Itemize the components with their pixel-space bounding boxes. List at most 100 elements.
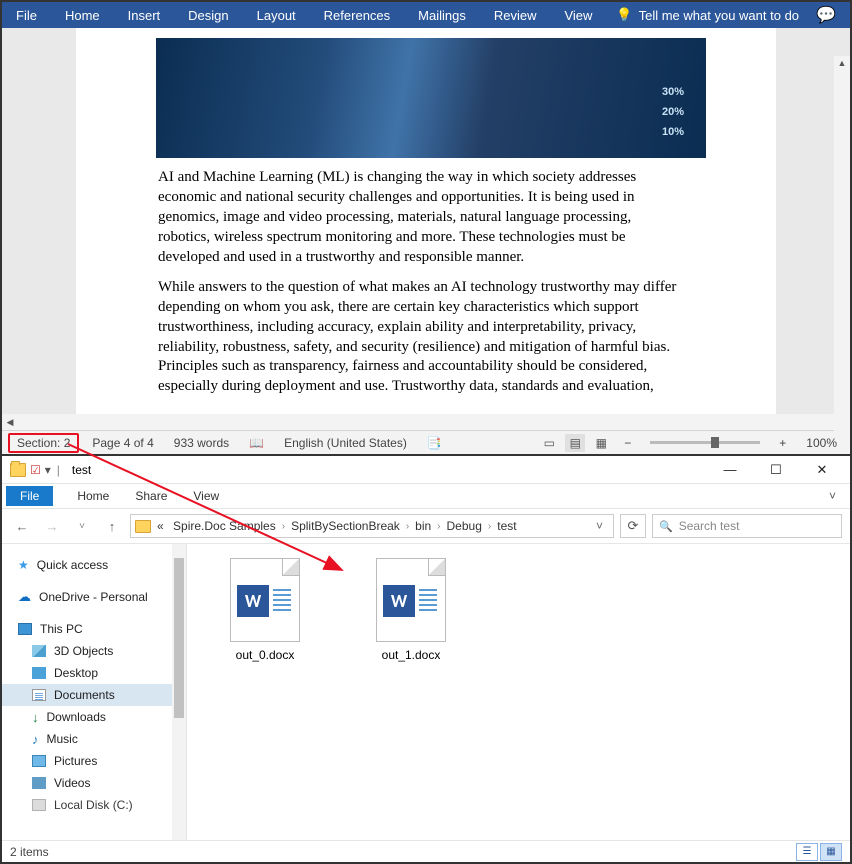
explorer-window: ☑ ▾ | test — ☐ ✕ File Home Share View ˅ … (2, 454, 850, 862)
pc-icon (18, 623, 32, 635)
nav-local-disk[interactable]: Local Disk (C:) (2, 794, 186, 816)
word-ribbon: File Home Insert Design Layout Reference… (2, 2, 850, 28)
details-view-button[interactable]: ☰ (796, 843, 818, 861)
picture-icon (32, 755, 46, 767)
minimize-button[interactable]: — (710, 458, 750, 482)
nav-scrollbar[interactable] (172, 544, 186, 840)
trackchanges-icon[interactable]: 📑 (420, 433, 449, 453)
crumb-spire[interactable]: Spire.Doc Samples (169, 519, 280, 533)
zoom-out-button[interactable]: − (617, 433, 638, 453)
ribbon-tab-review[interactable]: Review (480, 2, 551, 28)
horizontal-scrollbar[interactable]: ◀ ▶ (2, 414, 850, 430)
explorer-ribbon: File Home Share View ˅ (2, 484, 850, 508)
explorer-tab-share[interactable]: Share (123, 486, 179, 506)
crumb-bin[interactable]: bin (411, 519, 435, 533)
explorer-titlebar: ☑ ▾ | test — ☐ ✕ (2, 456, 850, 484)
explorer-tab-home[interactable]: Home (65, 486, 121, 506)
cube-icon (32, 645, 46, 657)
maximize-button[interactable]: ☐ (756, 458, 796, 482)
body-paragraph-2[interactable]: While answers to the question of what ma… (158, 278, 684, 398)
scroll-up-icon[interactable]: ▲ (834, 56, 850, 70)
addr-overflow-icon[interactable]: « (157, 519, 167, 533)
nav-back-button[interactable]: ← (10, 514, 34, 538)
word-doc-icon: W (376, 558, 446, 642)
folder-icon (10, 463, 26, 477)
window-title: test (72, 463, 91, 477)
crumb-debug[interactable]: Debug (443, 519, 486, 533)
nav-pictures[interactable]: Pictures (2, 750, 186, 772)
zoom-slider[interactable] (650, 441, 760, 444)
nav-forward-button[interactable]: → (40, 514, 64, 538)
file-listing[interactable]: W out_0.docx W out_1.docx (187, 544, 850, 840)
zoom-in-button[interactable]: + (772, 433, 793, 453)
address-bar[interactable]: « Spire.Doc Samples› SplitBySectionBreak… (130, 514, 614, 538)
explorer-file-tab[interactable]: File (6, 486, 53, 506)
qat-properties-icon[interactable]: ☑ (30, 463, 41, 477)
tell-me-search[interactable]: 💡 Tell me what you want to do (606, 7, 799, 23)
vertical-scrollbar[interactable]: ▲ (834, 56, 850, 436)
icons-view-button[interactable]: ▦ (820, 843, 842, 861)
web-layout-icon[interactable]: ▦ (591, 434, 611, 452)
crumb-test[interactable]: test (493, 519, 520, 533)
star-icon: ★ (18, 558, 29, 572)
ribbon-tab-file[interactable]: File (2, 2, 51, 28)
search-input[interactable]: 🔍 Search test (652, 514, 842, 538)
qat-chevron-icon[interactable]: ▾ (45, 463, 51, 477)
nav-quick-access[interactable]: ★ Quick access (2, 554, 186, 576)
feedback-icon[interactable]: 💬 (802, 5, 850, 25)
status-words[interactable]: 933 words (167, 433, 236, 453)
video-icon (32, 777, 46, 789)
close-button[interactable]: ✕ (802, 458, 842, 482)
word-window: File Home Insert Design Layout Reference… (2, 2, 850, 454)
nav-pane[interactable]: ★ Quick access ☁ OneDrive - Personal Thi… (2, 544, 187, 840)
document-page[interactable]: 30% 20% 10% AI and Machine Learning (ML)… (76, 28, 776, 414)
search-icon: 🔍 (659, 520, 673, 533)
overlay-pct-10: 10% (662, 126, 684, 138)
status-language[interactable]: English (United States) (277, 433, 414, 453)
desktop-icon (32, 667, 46, 679)
ribbon-tab-view[interactable]: View (550, 2, 606, 28)
spellcheck-icon[interactable]: 📖 (242, 433, 271, 453)
nav-3d-objects[interactable]: 3D Objects (2, 640, 186, 662)
ribbon-tab-insert[interactable]: Insert (114, 2, 175, 28)
search-placeholder: Search test (679, 519, 740, 533)
nav-downloads[interactable]: ↓ Downloads (2, 706, 186, 728)
word-doc-icon: W (230, 558, 300, 642)
nav-this-pc[interactable]: This PC (2, 618, 186, 640)
nav-recent-button[interactable]: ˅ (70, 514, 94, 538)
nav-documents[interactable]: Documents (2, 684, 186, 706)
read-mode-icon[interactable]: ▭ (539, 434, 559, 452)
addr-dropdown-icon[interactable]: ˅ (590, 519, 609, 533)
file-out1[interactable]: W out_1.docx (363, 558, 459, 662)
scroll-left-icon[interactable]: ◀ (2, 417, 18, 428)
body-paragraph-1[interactable]: AI and Machine Learning (ML) is changing… (158, 168, 684, 268)
address-row: ← → ˅ ↑ « Spire.Doc Samples› SplitBySect… (2, 508, 850, 544)
nav-up-button[interactable]: ↑ (100, 514, 124, 538)
ribbon-tab-design[interactable]: Design (174, 2, 242, 28)
print-layout-icon[interactable]: ▤ (565, 434, 585, 452)
document-viewport: 30% 20% 10% AI and Machine Learning (ML)… (2, 28, 850, 414)
nav-desktop[interactable]: Desktop (2, 662, 186, 684)
nav-music[interactable]: ♪ Music (2, 728, 186, 750)
status-section[interactable]: Section: 2 (8, 433, 79, 453)
disk-icon (32, 799, 46, 811)
ribbon-tab-references[interactable]: References (310, 2, 404, 28)
download-icon: ↓ (32, 710, 39, 725)
ribbon-collapse-icon[interactable]: ˅ (819, 489, 846, 503)
crumb-split[interactable]: SplitBySectionBreak (287, 519, 404, 533)
nav-onedrive[interactable]: ☁ OneDrive - Personal (2, 586, 186, 608)
file-out0[interactable]: W out_0.docx (217, 558, 313, 662)
ribbon-tab-mailings[interactable]: Mailings (404, 2, 480, 28)
document-icon (32, 689, 46, 701)
ribbon-tab-layout[interactable]: Layout (243, 2, 310, 28)
nav-videos[interactable]: Videos (2, 772, 186, 794)
hero-handshake-image: 30% 20% 10% (156, 38, 706, 158)
addr-folder-icon (135, 520, 151, 533)
refresh-button[interactable]: ⟳ (620, 514, 646, 538)
explorer-tab-view[interactable]: View (181, 486, 231, 506)
status-page[interactable]: Page 4 of 4 (85, 433, 160, 453)
tell-me-label: Tell me what you want to do (639, 8, 799, 23)
overlay-pct-20: 20% (662, 106, 684, 118)
explorer-statusbar: 2 items ☰ ▦ (2, 840, 850, 862)
ribbon-tab-home[interactable]: Home (51, 2, 114, 28)
